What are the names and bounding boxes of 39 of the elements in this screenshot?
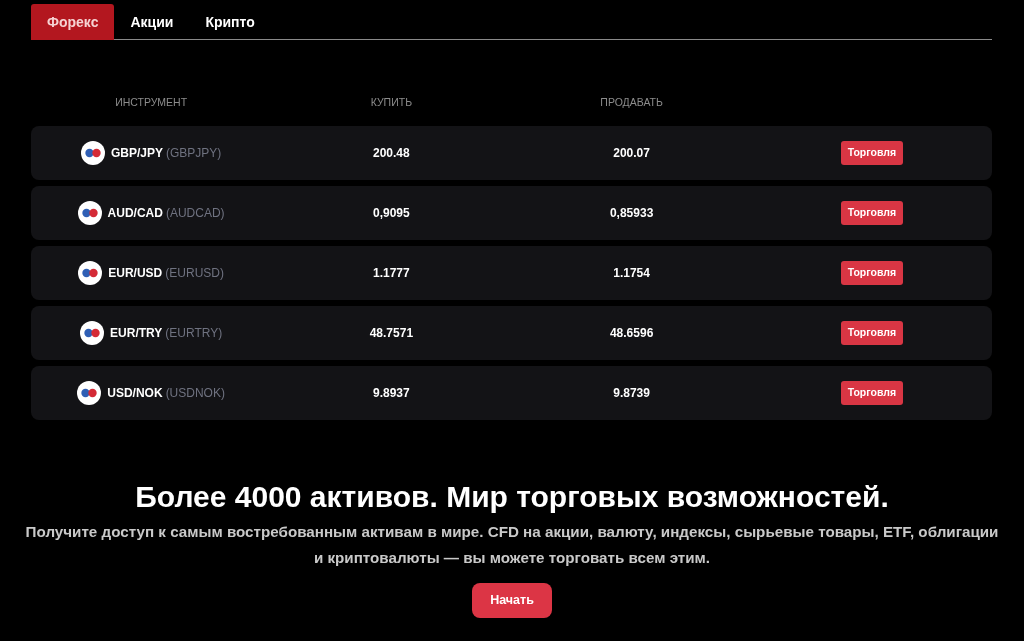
two-dots-icon xyxy=(78,261,103,285)
buy-price: 1.1777 xyxy=(372,265,411,282)
sell-price: 200.07 xyxy=(612,145,651,162)
trade-button[interactable]: Торговля xyxy=(840,201,904,225)
buy-price: 9.8937 xyxy=(372,385,411,402)
trade-button[interactable]: Торговля xyxy=(840,141,904,165)
buy-price: 200.48 xyxy=(372,145,411,162)
pair-symbol: (AUDCAD) xyxy=(165,205,225,222)
two-dots-icon xyxy=(77,381,102,405)
sell-price: 48.6596 xyxy=(608,325,655,342)
buy-price: 0,9095 xyxy=(372,205,411,222)
tab[interactable]: Акции xyxy=(114,4,190,40)
sell-price: 1.1754 xyxy=(612,265,651,282)
sell-price: 0,85933 xyxy=(608,205,655,222)
pair-name: USD/NOK xyxy=(107,385,163,402)
trade-button[interactable]: Торговля xyxy=(840,321,904,345)
start-button[interactable]: Начать xyxy=(472,583,552,618)
column-header: ПРОДАВАТЬ xyxy=(599,95,664,110)
column-header: ИНСТРУМЕНТ xyxy=(114,95,189,110)
pair-symbol: (GBPJPY) xyxy=(165,145,222,162)
column-header: КУПИТЬ xyxy=(369,95,414,110)
trade-button[interactable]: Торговля xyxy=(840,261,904,285)
pair-name: GBP/JPY xyxy=(110,145,163,162)
pair-symbol: (EURUSD) xyxy=(165,265,224,282)
two-dots-icon xyxy=(77,201,102,225)
two-dots-icon xyxy=(80,321,105,345)
pair-symbol: (EURTRY) xyxy=(165,325,223,342)
promo-heading: Более 4000 активов. Мир торговых возможностей. xyxy=(135,479,889,515)
two-dots-icon xyxy=(80,141,105,165)
promo-description: Получите доступ к самым востребованным активам в мире. CFD на акции, валюту, индексы, сырьевые товары, ETF, облигации и криптовалюты — вы можете торговать всем этим. xyxy=(24,522,1000,568)
pair-name: EUR/USD xyxy=(108,265,163,282)
tab[interactable]: Форекс xyxy=(31,4,115,40)
pair-name: EUR/TRY xyxy=(110,325,163,342)
pair-symbol: (USDNOK) xyxy=(165,385,225,402)
tab[interactable]: Крипто xyxy=(189,4,271,40)
pair-name: AUD/CAD xyxy=(107,205,163,222)
sell-price: 9.8739 xyxy=(612,385,651,402)
buy-price: 48.7571 xyxy=(368,325,415,342)
trade-button[interactable]: Торговля xyxy=(840,381,904,405)
